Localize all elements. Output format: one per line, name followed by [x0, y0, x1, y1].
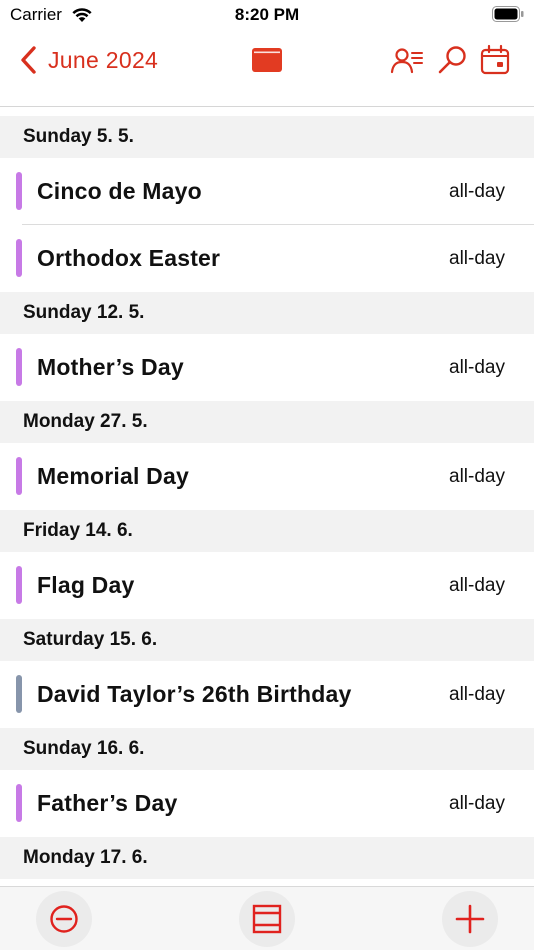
today-icon	[50, 905, 78, 933]
event-title: Flag Day	[37, 572, 135, 598]
calendar-view-icon[interactable]	[252, 48, 282, 72]
calendar-color-bar	[16, 566, 22, 604]
add-icon	[455, 904, 485, 934]
calendar-color-bar	[16, 239, 22, 277]
section-header: Friday 14. 6.	[0, 510, 534, 552]
event-row[interactable]: Father’s Day all-day	[0, 770, 534, 837]
bottom-toolbar	[0, 886, 534, 950]
event-row[interactable]: Cinco de Mayo all-day	[0, 158, 534, 225]
event-time: all-day	[449, 574, 505, 596]
section-header: Sunday 12. 5.	[0, 292, 534, 334]
event-time: all-day	[449, 465, 505, 487]
view-mode-icon	[252, 904, 282, 934]
event-title: Cinco de Mayo	[37, 178, 202, 204]
event-title: Father’s Day	[37, 790, 178, 816]
event-time: all-day	[449, 792, 505, 814]
event-list: Sunday 5. 5. Cinco de Mayo all-day Ortho…	[0, 116, 534, 879]
event-time: all-day	[449, 180, 505, 202]
calendar-color-bar	[16, 784, 22, 822]
contacts-list-icon[interactable]	[390, 44, 424, 76]
event-row[interactable]: David Taylor’s 26th Birthday all-day	[0, 661, 534, 728]
calendar-color-bar	[16, 348, 22, 386]
event-time: all-day	[449, 356, 505, 378]
view-mode-button[interactable]	[239, 891, 295, 947]
status-bar: Carrier 8:20 PM	[0, 0, 534, 32]
section-header: Monday 27. 5.	[0, 401, 534, 443]
calendar-icon[interactable]	[478, 44, 512, 76]
section-header: Sunday 16. 6.	[0, 728, 534, 770]
calendar-color-bar	[16, 675, 22, 713]
event-row[interactable]: Flag Day all-day	[0, 552, 534, 619]
chevron-left-icon	[21, 46, 36, 74]
event-row[interactable]: Orthodox Easter all-day	[0, 225, 534, 292]
back-button[interactable]: June 2024	[18, 44, 158, 76]
today-button[interactable]	[36, 891, 92, 947]
search-icon[interactable]	[436, 44, 470, 76]
status-time: 8:20 PM	[234, 5, 300, 24]
battery-icon	[492, 6, 524, 22]
back-label: June 2024	[48, 46, 159, 73]
nav-bar: June 2024	[0, 32, 534, 107]
section-header: Monday 17. 6.	[0, 837, 534, 879]
section-header: Sunday 5. 5.	[0, 116, 534, 158]
calendar-color-bar	[16, 172, 22, 210]
section-header: Saturday 15. 6.	[0, 619, 534, 661]
add-event-button[interactable]	[442, 891, 498, 947]
event-row[interactable]: Mother’s Day all-day	[0, 334, 534, 401]
event-title: Memorial Day	[37, 463, 189, 489]
event-time: all-day	[449, 247, 505, 269]
calendar-color-bar	[16, 457, 22, 495]
event-title: Orthodox Easter	[37, 245, 221, 271]
event-row[interactable]: Memorial Day all-day	[0, 443, 534, 510]
event-title: David Taylor’s 26th Birthday	[37, 681, 352, 707]
event-time: all-day	[449, 683, 505, 705]
event-title: Mother’s Day	[37, 354, 184, 380]
